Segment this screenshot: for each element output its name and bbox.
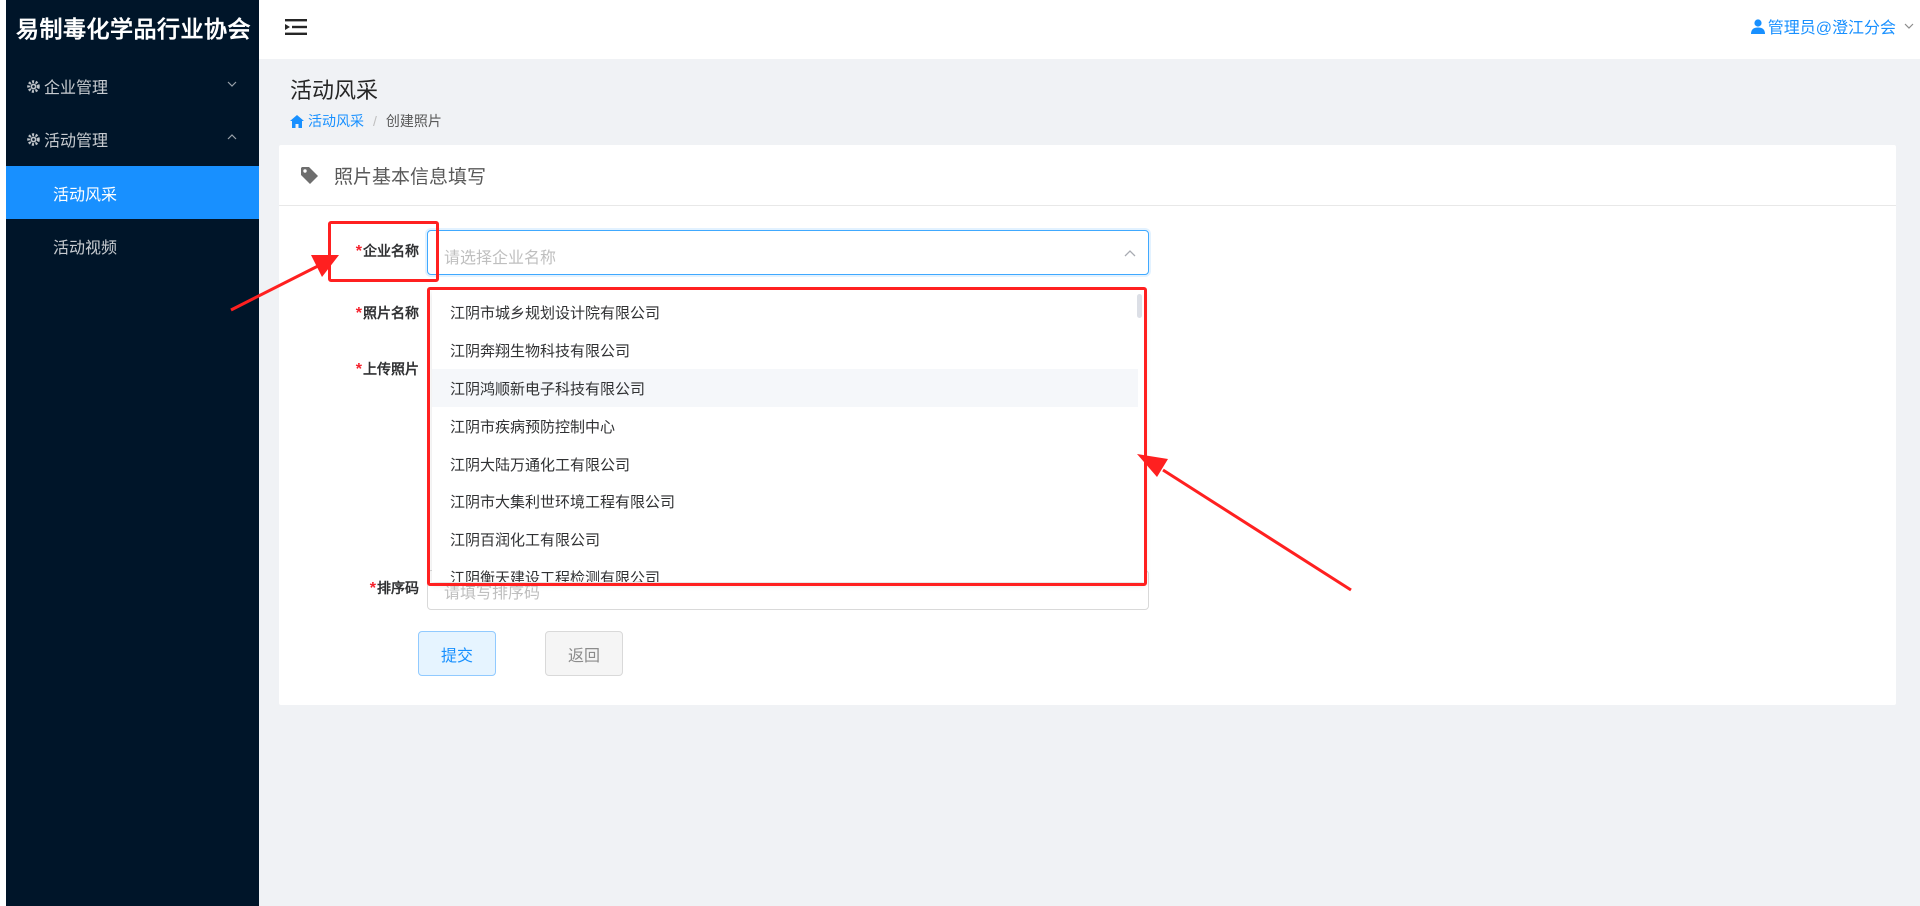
breadcrumb: 活动风采 / 创建照片 (290, 111, 442, 131)
dropdown-option[interactable]: 江阴百润化工有限公司 (432, 520, 1138, 558)
sidebar-group-label: 活动管理 (44, 133, 109, 150)
user-icon (1750, 18, 1765, 34)
sidebar-group-label: 企业管理 (44, 80, 109, 97)
dropdown-scrollbar[interactable] (1137, 294, 1142, 318)
gear-icon (27, 79, 40, 93)
upload-photo-label: *上传照片 (355, 361, 419, 378)
breadcrumb-home-link[interactable]: 活动风采 (308, 111, 364, 131)
chevron-up-icon (227, 134, 237, 140)
card-title: 照片基本信息填写 (334, 166, 487, 188)
sidebar-group-activity[interactable]: 活动管理 (6, 113, 259, 165)
dropdown-option[interactable]: 江阴市城乡规划设计院有限公司 (432, 293, 1138, 331)
dropdown-option[interactable]: 江阴市大集利世环境工程有限公司 (432, 482, 1138, 520)
chevron-down-icon (227, 81, 237, 87)
company-label: *企业名称 (355, 243, 419, 260)
top-header: 管理员@澄江分会 (259, 0, 1920, 59)
chevron-down-icon (1904, 23, 1914, 29)
chevron-up-icon (1124, 250, 1136, 257)
sidebar-item-activity-photos[interactable]: 活动风采 (6, 166, 259, 219)
menu-fold-icon[interactable] (285, 18, 307, 36)
dropdown-option[interactable]: 江阴鸿顺新电子科技有限公司 (432, 369, 1138, 407)
user-menu[interactable]: 管理员@澄江分会 (1750, 14, 1920, 38)
sort-code-placeholder: 请填写排序码 (444, 585, 541, 602)
sidebar-item-label: 活动视频 (53, 239, 118, 257)
sidebar: 易制毒化学品行业协会 企业管理 活动管理 活动风采 活动视频 (6, 0, 259, 906)
company-select-placeholder: 请选择企业名称 (444, 250, 557, 267)
company-select[interactable]: 请选择企业名称 (427, 230, 1149, 275)
submit-button[interactable]: 提交 (418, 631, 496, 676)
breadcrumb-current: 创建照片 (385, 113, 442, 129)
required-marker: * (369, 580, 376, 597)
app-title: 易制毒化学品行业协会 (16, 16, 251, 42)
sidebar-group-enterprise[interactable]: 企业管理 (6, 60, 259, 112)
sort-code-label: *排序码 (369, 580, 419, 597)
sidebar-item-activity-videos[interactable]: 活动视频 (6, 219, 259, 272)
sidebar-item-label: 活动风采 (53, 186, 118, 204)
photo-name-label: *照片名称 (355, 305, 419, 322)
required-marker: * (355, 243, 362, 260)
user-name: 管理员@澄江分会 (1767, 20, 1896, 37)
dropdown-option[interactable]: 江阴大陆万通化工有限公司 (432, 445, 1138, 483)
breadcrumb-separator: / (373, 113, 377, 129)
gear-icon (27, 132, 40, 146)
dropdown-option[interactable]: 江阴市疾病预防控制中心 (432, 407, 1138, 445)
dropdown-option[interactable]: 江阴衡天建设工程检测有限公司 (432, 558, 1138, 583)
page-title: 活动风采 (290, 78, 379, 103)
company-dropdown: 江阴市城乡规划设计院有限公司 江阴奔翔生物科技有限公司 江阴鸿顺新电子科技有限公… (432, 290, 1145, 582)
card-header: 照片基本信息填写 (279, 145, 1896, 206)
home-icon (290, 114, 304, 128)
dropdown-option[interactable]: 江阴奔翔生物科技有限公司 (432, 331, 1138, 369)
required-marker: * (355, 361, 362, 378)
required-marker: * (355, 305, 362, 322)
back-button[interactable]: 返回 (545, 631, 623, 676)
tag-icon (301, 166, 318, 184)
